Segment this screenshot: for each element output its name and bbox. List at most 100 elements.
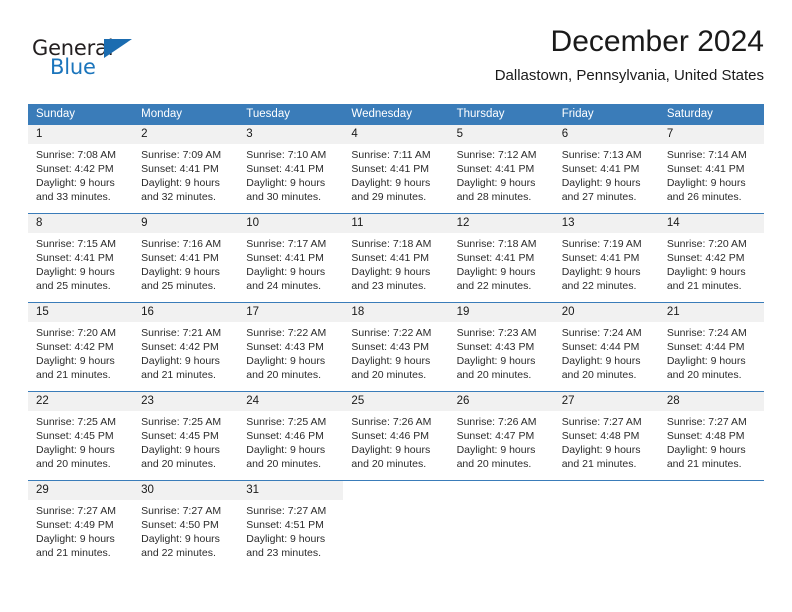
day-cell[interactable]: 14 Sunrise: 7:20 AM Sunset: 4:42 PM Dayligh… xyxy=(658,214,764,302)
day-detail-line: Sunset: 4:42 PM xyxy=(141,341,219,353)
day-cell[interactable]: 24 Sunrise: 7:25 AM Sunset: 4:46 PM Dayligh… xyxy=(238,392,344,480)
calendar-week-row: 15 Sunrise: 7:20 AM Sunset: 4:42 PM Dayligh… xyxy=(28,302,764,391)
day-cell[interactable]: 31 Sunrise: 7:27 AM Sunset: 4:51 PM Dayligh… xyxy=(238,481,344,569)
day-detail-line: Daylight: 9 hours xyxy=(351,266,431,278)
day-number-band: 3 xyxy=(238,125,344,144)
day-cell[interactable]: 10 Sunrise: 7:17 AM Sunset: 4:41 PM Dayligh… xyxy=(238,214,344,302)
day-number-band: 5 xyxy=(448,125,554,144)
day-cell[interactable]: 7 Sunrise: 7:14 AM Sunset: 4:41 PM Daylight… xyxy=(658,125,764,213)
general-blue-logo[interactable]: General Blue xyxy=(32,36,202,88)
day-detail-line: and 22 minutes. xyxy=(456,280,532,292)
day-details: Sunrise: 7:09 AM Sunset: 4:41 PM Daylight:… xyxy=(133,144,238,213)
day-cell-empty xyxy=(449,481,554,569)
day-detail-line: and 32 minutes. xyxy=(141,191,216,203)
day-number: 3 xyxy=(246,128,253,140)
day-details xyxy=(449,500,554,561)
day-detail-line: Daylight: 9 hours xyxy=(456,444,536,456)
day-number: 16 xyxy=(141,306,154,318)
calendar-grid: Sunday Monday Tuesday Wednesday Thursday Frid… xyxy=(28,104,764,569)
day-cell[interactable]: 9 Sunrise: 7:16 AM Sunset: 4:41 PM Daylight… xyxy=(133,214,239,302)
day-detail-line: and 20 minutes. xyxy=(246,369,321,381)
day-cell[interactable]: 15 Sunrise: 7:20 AM Sunset: 4:42 PM Dayligh… xyxy=(28,303,134,391)
day-detail-line: Sunset: 4:51 PM xyxy=(246,519,324,531)
day-cell[interactable]: 23 Sunrise: 7:25 AM Sunset: 4:45 PM Dayligh… xyxy=(133,392,239,480)
day-number-band xyxy=(659,481,764,500)
calendar-week-row: 8 Sunrise: 7:15 AM Sunset: 4:41 PM Daylight… xyxy=(28,213,764,302)
day-number-band: 15 xyxy=(28,303,134,322)
day-cell[interactable]: 18 Sunrise: 7:22 AM Sunset: 4:43 PM Dayligh… xyxy=(343,303,449,391)
day-detail-line: Sunset: 4:49 PM xyxy=(36,519,114,531)
day-details: Sunrise: 7:26 AM Sunset: 4:46 PM Daylight:… xyxy=(343,411,448,480)
day-number: 28 xyxy=(666,395,680,407)
day-detail-line: Sunset: 4:44 PM xyxy=(666,341,745,353)
day-cell[interactable]: 26 Sunrise: 7:26 AM Sunset: 4:47 PM Dayligh… xyxy=(448,392,554,480)
day-cell[interactable]: 16 Sunrise: 7:21 AM Sunset: 4:42 PM Dayligh… xyxy=(133,303,239,391)
day-cell[interactable]: 3 Sunrise: 7:10 AM Sunset: 4:41 PM Daylight… xyxy=(238,125,344,213)
day-details: Sunrise: 7:12 AM Sunset: 4:41 PM Daylight:… xyxy=(449,144,554,213)
day-cell[interactable]: 22 Sunrise: 7:25 AM Sunset: 4:45 PM Dayligh… xyxy=(28,392,134,480)
day-cell[interactable]: 2 Sunrise: 7:09 AM Sunset: 4:41 PM Daylight… xyxy=(133,125,239,213)
day-cell[interactable]: 25 Sunrise: 7:26 AM Sunset: 4:46 PM Dayligh… xyxy=(343,392,449,480)
day-details: Sunrise: 7:20 AM Sunset: 4:42 PM Daylight:… xyxy=(28,322,133,391)
day-detail-line: Daylight: 9 hours xyxy=(246,355,326,367)
day-number: 25 xyxy=(351,395,365,407)
day-cell[interactable]: 27 Sunrise: 7:27 AM Sunset: 4:48 PM Dayligh… xyxy=(553,392,659,480)
day-cell[interactable]: 28 Sunrise: 7:27 AM Sunset: 4:48 PM Dayligh… xyxy=(658,392,764,480)
day-number-band: 30 xyxy=(133,481,239,500)
day-cell[interactable]: 11 Sunrise: 7:18 AM Sunset: 4:41 PM Dayligh… xyxy=(343,214,449,302)
calendar-page: General Blue December 2024 Dallastown, P… xyxy=(0,0,792,612)
day-detail-line: Daylight: 9 hours xyxy=(141,533,220,545)
day-number: 8 xyxy=(36,217,43,229)
day-number-band: 12 xyxy=(448,214,554,233)
day-number-band xyxy=(343,481,448,500)
day-cell[interactable]: 5 Sunrise: 7:12 AM Sunset: 4:41 PM Daylight… xyxy=(448,125,554,213)
day-cell-empty xyxy=(343,481,448,569)
day-detail-line: Sunset: 4:43 PM xyxy=(456,341,535,353)
day-detail-line: Sunset: 4:48 PM xyxy=(561,430,640,442)
day-number-band: 27 xyxy=(553,392,659,411)
day-detail-line: Sunset: 4:46 PM xyxy=(246,430,324,442)
day-detail-line: Sunrise: 7:27 AM xyxy=(246,505,327,517)
day-number-band: 19 xyxy=(448,303,554,322)
day-number-band: 28 xyxy=(658,392,764,411)
day-details: Sunrise: 7:26 AM Sunset: 4:47 PM Daylight:… xyxy=(449,411,554,480)
day-cell[interactable]: 4 Sunrise: 7:11 AM Sunset: 4:41 PM Daylight… xyxy=(343,125,449,213)
day-cell[interactable]: 29 Sunrise: 7:27 AM Sunset: 4:49 PM Dayligh… xyxy=(28,481,134,569)
day-detail-line: and 25 minutes. xyxy=(36,280,111,292)
day-cell[interactable]: 8 Sunrise: 7:15 AM Sunset: 4:41 PM Daylight… xyxy=(28,214,134,302)
day-detail-line: Sunrise: 7:11 AM xyxy=(351,149,431,161)
day-details: Sunrise: 7:17 AM Sunset: 4:41 PM Daylight:… xyxy=(238,233,343,302)
day-detail-line: and 28 minutes. xyxy=(456,191,532,203)
day-cell[interactable]: 13 Sunrise: 7:19 AM Sunset: 4:41 PM Dayligh… xyxy=(553,214,659,302)
day-cell[interactable]: 21 Sunrise: 7:24 AM Sunset: 4:44 PM Dayligh… xyxy=(658,303,764,391)
day-detail-line: Daylight: 9 hours xyxy=(561,355,641,367)
day-details: Sunrise: 7:11 AM Sunset: 4:41 PM Daylight:… xyxy=(343,144,448,213)
day-detail-line: Sunrise: 7:27 AM xyxy=(141,505,222,517)
logo-text-blue: Blue xyxy=(50,55,96,79)
day-detail-line: Daylight: 9 hours xyxy=(561,177,641,189)
day-details: Sunrise: 7:23 AM Sunset: 4:43 PM Daylight:… xyxy=(449,322,554,391)
day-cell[interactable]: 6 Sunrise: 7:13 AM Sunset: 4:41 PM Daylight… xyxy=(553,125,659,213)
day-number-band: 17 xyxy=(238,303,344,322)
day-cell[interactable]: 19 Sunrise: 7:23 AM Sunset: 4:43 PM Dayligh… xyxy=(448,303,554,391)
logo-triangle-icon xyxy=(104,39,132,58)
day-cell[interactable]: 30 Sunrise: 7:27 AM Sunset: 4:50 PM Dayligh… xyxy=(133,481,239,569)
week-cells: 15 Sunrise: 7:20 AM Sunset: 4:42 PM Dayligh… xyxy=(28,303,764,391)
day-detail-line: Sunrise: 7:20 AM xyxy=(36,327,116,339)
day-number: 5 xyxy=(456,128,463,140)
day-detail-line: Sunrise: 7:21 AM xyxy=(141,327,222,339)
day-cell[interactable]: 1 Sunrise: 7:08 AM Sunset: 4:42 PM Daylight… xyxy=(28,125,134,213)
day-number-band xyxy=(449,481,554,500)
day-cell[interactable]: 17 Sunrise: 7:22 AM Sunset: 4:43 PM Dayligh… xyxy=(238,303,344,391)
day-cell[interactable]: 12 Sunrise: 7:18 AM Sunset: 4:41 PM Dayligh… xyxy=(448,214,554,302)
day-number: 4 xyxy=(351,128,358,140)
day-cell[interactable]: 20 Sunrise: 7:24 AM Sunset: 4:44 PM Dayligh… xyxy=(553,303,659,391)
day-number: 18 xyxy=(351,306,365,318)
day-number: 22 xyxy=(36,395,49,407)
day-detail-line: and 22 minutes. xyxy=(561,280,637,292)
day-detail-line: Daylight: 9 hours xyxy=(666,355,746,367)
day-number-band: 8 xyxy=(28,214,134,233)
day-details: Sunrise: 7:27 AM Sunset: 4:48 PM Daylight:… xyxy=(659,411,764,480)
day-details xyxy=(343,500,448,561)
title-block: December 2024 Dallastown, Pennsylvania, … xyxy=(495,24,764,87)
